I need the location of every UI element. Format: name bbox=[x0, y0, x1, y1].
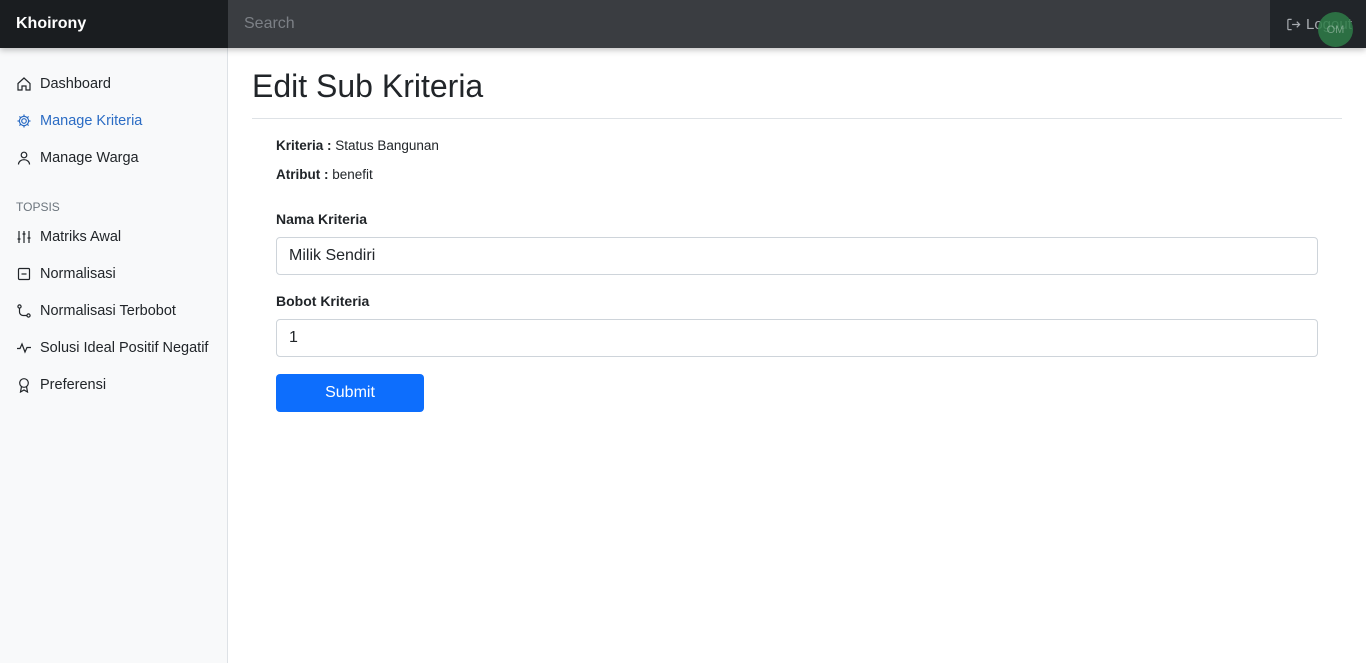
sidebar-item-dashboard[interactable]: Dashboard bbox=[0, 65, 227, 102]
sidebar-item-manage-warga[interactable]: Manage Warga bbox=[0, 139, 227, 176]
brand-logo[interactable]: Khoirony bbox=[0, 0, 228, 48]
gear-icon bbox=[16, 113, 32, 129]
avatar[interactable]: OM bbox=[1318, 12, 1353, 47]
kriteria-label: Kriteria : bbox=[276, 138, 332, 153]
sliders-icon bbox=[16, 229, 32, 245]
award-icon bbox=[16, 377, 32, 393]
house-icon bbox=[16, 76, 32, 92]
sidebar-item-preferensi[interactable]: Preferensi bbox=[0, 366, 227, 403]
sidebar-item-label: Preferensi bbox=[40, 376, 107, 393]
nama-kriteria-input[interactable] bbox=[276, 237, 1318, 275]
sidebar-item-solusi-ideal[interactable]: Solusi Ideal Positif Negatif bbox=[0, 329, 227, 366]
person-icon bbox=[16, 150, 32, 166]
sidebar-item-label: Matriks Awal bbox=[40, 228, 122, 245]
nama-kriteria-label: Nama Kriteria bbox=[276, 211, 368, 227]
sidebar-item-manage-kriteria[interactable]: Manage Kriteria bbox=[0, 102, 227, 139]
page-title: Edit Sub Kriteria bbox=[252, 68, 484, 104]
sidebar-item-normalisasi-terbobot[interactable]: Normalisasi Terbobot bbox=[0, 292, 227, 329]
sidebar-item-label: Dashboard bbox=[40, 75, 111, 92]
bobot-kriteria-input[interactable] bbox=[276, 319, 1318, 357]
atribut-value: benefit bbox=[332, 167, 373, 182]
sidebar-section-heading: TOPSIS bbox=[16, 200, 60, 214]
search-input[interactable] bbox=[228, 0, 1270, 48]
sidebar-item-label: Normalisasi bbox=[40, 265, 116, 282]
sidebar-item-label: Manage Warga bbox=[40, 149, 139, 166]
sidebar: Dashboard Manage Kriteria Manage Warga T… bbox=[0, 48, 228, 663]
sidebar-item-label: Solusi Ideal Positif Negatif bbox=[40, 339, 209, 356]
bobot-kriteria-label: Bobot Kriteria bbox=[276, 293, 370, 309]
file-minus-icon bbox=[16, 266, 32, 282]
atribut-info: Atribut : benefit bbox=[276, 167, 1318, 183]
kriteria-info: Kriteria : Status Bangunan bbox=[276, 138, 1318, 154]
title-divider bbox=[252, 118, 1342, 119]
submit-button[interactable]: Submit bbox=[276, 374, 424, 412]
bezier-icon bbox=[16, 303, 32, 319]
sidebar-item-label: Normalisasi Terbobot bbox=[40, 302, 176, 319]
top-navbar: Khoirony Logout OM bbox=[0, 0, 1366, 48]
sidebar-item-matriks-awal[interactable]: Matriks Awal bbox=[0, 218, 227, 255]
atribut-label: Atribut : bbox=[276, 167, 329, 182]
sidebar-item-normalisasi[interactable]: Normalisasi bbox=[0, 255, 227, 292]
edit-form: Kriteria : Status Bangunan Atribut : ben… bbox=[252, 138, 1342, 412]
main-content: Edit Sub Kriteria Kriteria : Status Bang… bbox=[228, 48, 1366, 663]
box-arrow-right-icon bbox=[1287, 18, 1301, 30]
kriteria-value: Status Bangunan bbox=[335, 138, 439, 153]
activity-icon bbox=[16, 340, 32, 356]
navbar-right: Logout OM bbox=[1270, 0, 1366, 48]
sidebar-item-label: Manage Kriteria bbox=[40, 112, 143, 129]
